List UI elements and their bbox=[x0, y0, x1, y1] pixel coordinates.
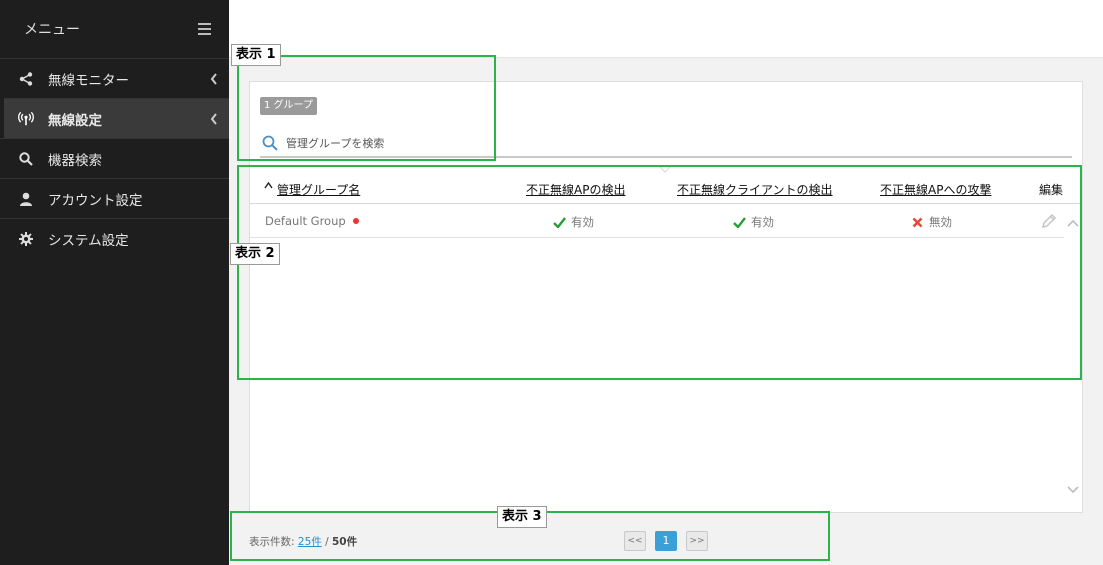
sidebar-item-label: アカウント設定 bbox=[48, 192, 143, 209]
hamburger-menu-icon[interactable] bbox=[198, 23, 211, 35]
sidebar-item-wireless-monitor[interactable]: 無線モニター bbox=[0, 58, 229, 98]
gear-icon bbox=[18, 231, 34, 247]
annotation-box-display-1 bbox=[237, 55, 496, 161]
user-icon bbox=[18, 191, 34, 207]
sidebar-item-system-settings[interactable]: システム設定 bbox=[0, 218, 229, 258]
sidebar-item-wireless-settings[interactable]: 無線設定 bbox=[4, 98, 229, 138]
share-icon bbox=[18, 71, 34, 87]
annotation-label-display-2: 表示 2 bbox=[230, 243, 280, 265]
chevron-left-icon bbox=[210, 73, 217, 85]
sidebar-item-label: 無線設定 bbox=[48, 112, 102, 129]
sidebar: メニュー 無線モニター 無線設定 機器検索 アカウント設定 システム設定 bbox=[0, 0, 229, 565]
sidebar-header: メニュー bbox=[0, 0, 229, 58]
annotation-label-display-1: 表示 1 bbox=[231, 44, 281, 66]
annotation-box-display-2 bbox=[237, 165, 1082, 380]
wireless-antenna-icon bbox=[18, 111, 34, 127]
sidebar-item-label: 無線モニター bbox=[48, 72, 129, 89]
sidebar-item-label: システム設定 bbox=[48, 232, 129, 249]
top-bar bbox=[229, 0, 1103, 58]
sidebar-item-account-settings[interactable]: アカウント設定 bbox=[0, 178, 229, 218]
annotation-label-display-3: 表示 3 bbox=[497, 506, 547, 528]
scroll-down-icon[interactable] bbox=[1067, 486, 1079, 494]
sidebar-title: メニュー bbox=[24, 22, 80, 38]
sidebar-item-device-search[interactable]: 機器検索 bbox=[0, 138, 229, 178]
chevron-left-icon bbox=[210, 113, 217, 125]
sidebar-item-label: 機器検索 bbox=[48, 152, 102, 169]
search-icon bbox=[18, 151, 34, 167]
